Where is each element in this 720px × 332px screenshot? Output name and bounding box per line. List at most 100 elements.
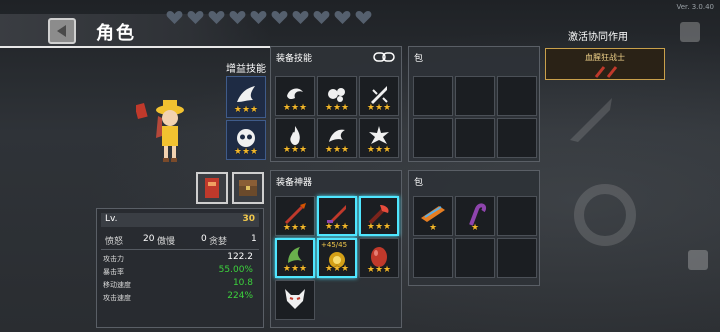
stat-name: 攻击速度 <box>103 294 131 302</box>
background-gear-icon <box>574 184 636 246</box>
stat-crit: 暴击率 55.00% <box>103 265 253 277</box>
artifact-slot-7[interactable] <box>275 280 315 320</box>
equipment-book-slot[interactable] <box>196 172 228 204</box>
star-rating: ★ ★ ★ <box>324 222 350 232</box>
background-sword-icon <box>570 98 612 142</box>
stat-value: 10.8 <box>232 278 253 288</box>
link-icon <box>373 52 395 62</box>
buff-skill-slot-2[interactable]: ★ ★ ★ <box>226 120 266 160</box>
attribute-value: 0 <box>201 234 207 244</box>
skill-bag-slot[interactable] <box>497 76 537 116</box>
buff-skill-label: 增益技能 <box>226 64 266 75</box>
synergy-badge-name: 血腥狂战士 <box>585 53 625 62</box>
stats-divider <box>101 249 259 250</box>
star-rating: ★ ★ ★ <box>366 222 392 232</box>
heart-icon <box>334 11 351 24</box>
stat-value: 224% <box>227 291 253 301</box>
treasure-chest-icon <box>239 180 257 196</box>
stat-name: 暴击率 <box>103 268 124 276</box>
heart-icon <box>250 11 267 24</box>
heart-icon <box>229 11 246 24</box>
equipped-skill-slot-1[interactable]: ★ ★ ★ <box>275 76 315 116</box>
heart-icon <box>292 11 309 24</box>
heart-icon <box>313 11 330 24</box>
star-rating: ★ ★ ★ <box>282 145 308 155</box>
artifact-slot-6[interactable]: ★ ★ ★ <box>359 238 399 278</box>
attribute-value: 1 <box>251 234 257 244</box>
equipped-skill-slot-6[interactable]: ★ ★ ★ <box>359 118 399 158</box>
skill-bag-slot[interactable] <box>413 118 453 158</box>
heart-icon <box>187 11 204 24</box>
star-rating: ★ ★ ★ <box>233 147 259 157</box>
hearts-bar <box>166 10 372 25</box>
equipped-skill-slot-5[interactable]: ★ ★ ★ <box>317 118 357 158</box>
stat-value: 55.00% <box>218 265 253 275</box>
stat-attack: 攻击力 122.2 <box>103 252 253 264</box>
ghost-button-top-right <box>680 22 700 42</box>
artifact-bag-slot-1[interactable]: ★ <box>413 196 453 236</box>
skill-bag-title: 包 <box>414 54 424 64</box>
star-rating: ★ ★ ★ <box>233 105 259 115</box>
equipped-artifacts-title: 装备神器 <box>276 178 313 188</box>
red-book-icon <box>205 178 219 198</box>
back-arrow-icon <box>57 25 66 37</box>
star-rating: ★ ★ ★ <box>366 265 392 275</box>
stat-attack-speed: 攻击速度 224% <box>103 291 253 303</box>
page-title: 角色 <box>96 23 136 44</box>
heart-icon <box>208 11 225 24</box>
stat-value: 122.2 <box>227 252 253 262</box>
equipment-chest-slot[interactable] <box>232 172 264 204</box>
artifact-bag-slot[interactable] <box>413 238 453 278</box>
equipped-skills-title: 装备技能 <box>276 54 313 64</box>
phoenix-icon <box>237 85 255 102</box>
orange-scroll-icon <box>421 205 445 222</box>
level-value: 30 <box>242 214 255 224</box>
star-rating: ★ ★ ★ <box>366 145 392 155</box>
artifact-counter: +45/45 <box>321 241 348 249</box>
artifact-slot-1[interactable]: ★ ★ ★ <box>275 196 315 236</box>
star-rating: ★ <box>470 223 480 233</box>
equipped-skill-slot-4[interactable]: ★ ★ ★ <box>275 118 315 158</box>
heart-icon <box>271 11 288 24</box>
attribute-name: 贪婪 <box>209 237 228 247</box>
synergy-badge[interactable]: 血腥狂战士 <box>545 48 665 80</box>
star-rating: ★ ★ ★ <box>324 145 350 155</box>
back-button[interactable] <box>48 18 76 44</box>
fox-mask-icon <box>285 288 305 309</box>
level-label: Lv. <box>105 214 118 224</box>
stats-panel: Lv. 30 愤怒 20 傲慢 0 贪婪 1 攻击力 122.2 暴击率 55.… <box>96 208 264 328</box>
version-label: Ver. 3.0.40 <box>676 3 714 11</box>
star-rating: ★ ★ ★ <box>366 103 392 113</box>
equipped-skill-slot-2[interactable]: ★ ★ ★ <box>317 76 357 116</box>
artifact-slot-3[interactable]: ★ ★ ★ <box>359 196 399 236</box>
character-sprite <box>136 100 184 162</box>
buff-skill-slot-1[interactable]: ★ ★ ★ <box>226 76 266 118</box>
artifact-slot-5[interactable]: +45/45 ★ ★ ★ <box>317 238 357 278</box>
attribute-value: 20 <box>143 234 155 244</box>
artifact-bag-slot[interactable] <box>497 196 537 236</box>
heart-icon <box>166 11 183 24</box>
attribute-name: 傲慢 <box>157 237 176 247</box>
stat-name: 攻击力 <box>103 255 124 263</box>
skill-bag-slot[interactable] <box>455 76 495 116</box>
stat-name: 移动速度 <box>103 281 131 289</box>
skill-bag-slot[interactable] <box>455 118 495 158</box>
skill-bag-slot[interactable] <box>497 118 537 158</box>
level-row: Lv. 30 <box>101 213 259 227</box>
attribute-name: 愤怒 <box>105 237 124 247</box>
artifact-bag-slot[interactable] <box>455 238 495 278</box>
artifact-bag-slot-2[interactable]: ★ <box>455 196 495 236</box>
stat-move-speed: 移动速度 10.8 <box>103 278 253 290</box>
star-rating: ★ <box>428 223 438 233</box>
synergy-title: 激活协同作用 <box>568 32 628 43</box>
skill-bag-slot[interactable] <box>413 76 453 116</box>
artifact-slot-2[interactable]: ★ ★ ★ <box>317 196 357 236</box>
equipped-skill-slot-3[interactable]: ★ ★ ★ <box>359 76 399 116</box>
artifact-slot-4[interactable]: ★ ★ ★ <box>275 238 315 278</box>
artifact-bag-title: 包 <box>414 178 424 188</box>
star-rating: ★ ★ ★ <box>324 103 350 113</box>
star-rating: ★ ★ ★ <box>282 103 308 113</box>
star-rating: ★ ★ ★ <box>324 264 350 274</box>
artifact-bag-slot[interactable] <box>497 238 537 278</box>
heart-icon <box>355 11 372 24</box>
